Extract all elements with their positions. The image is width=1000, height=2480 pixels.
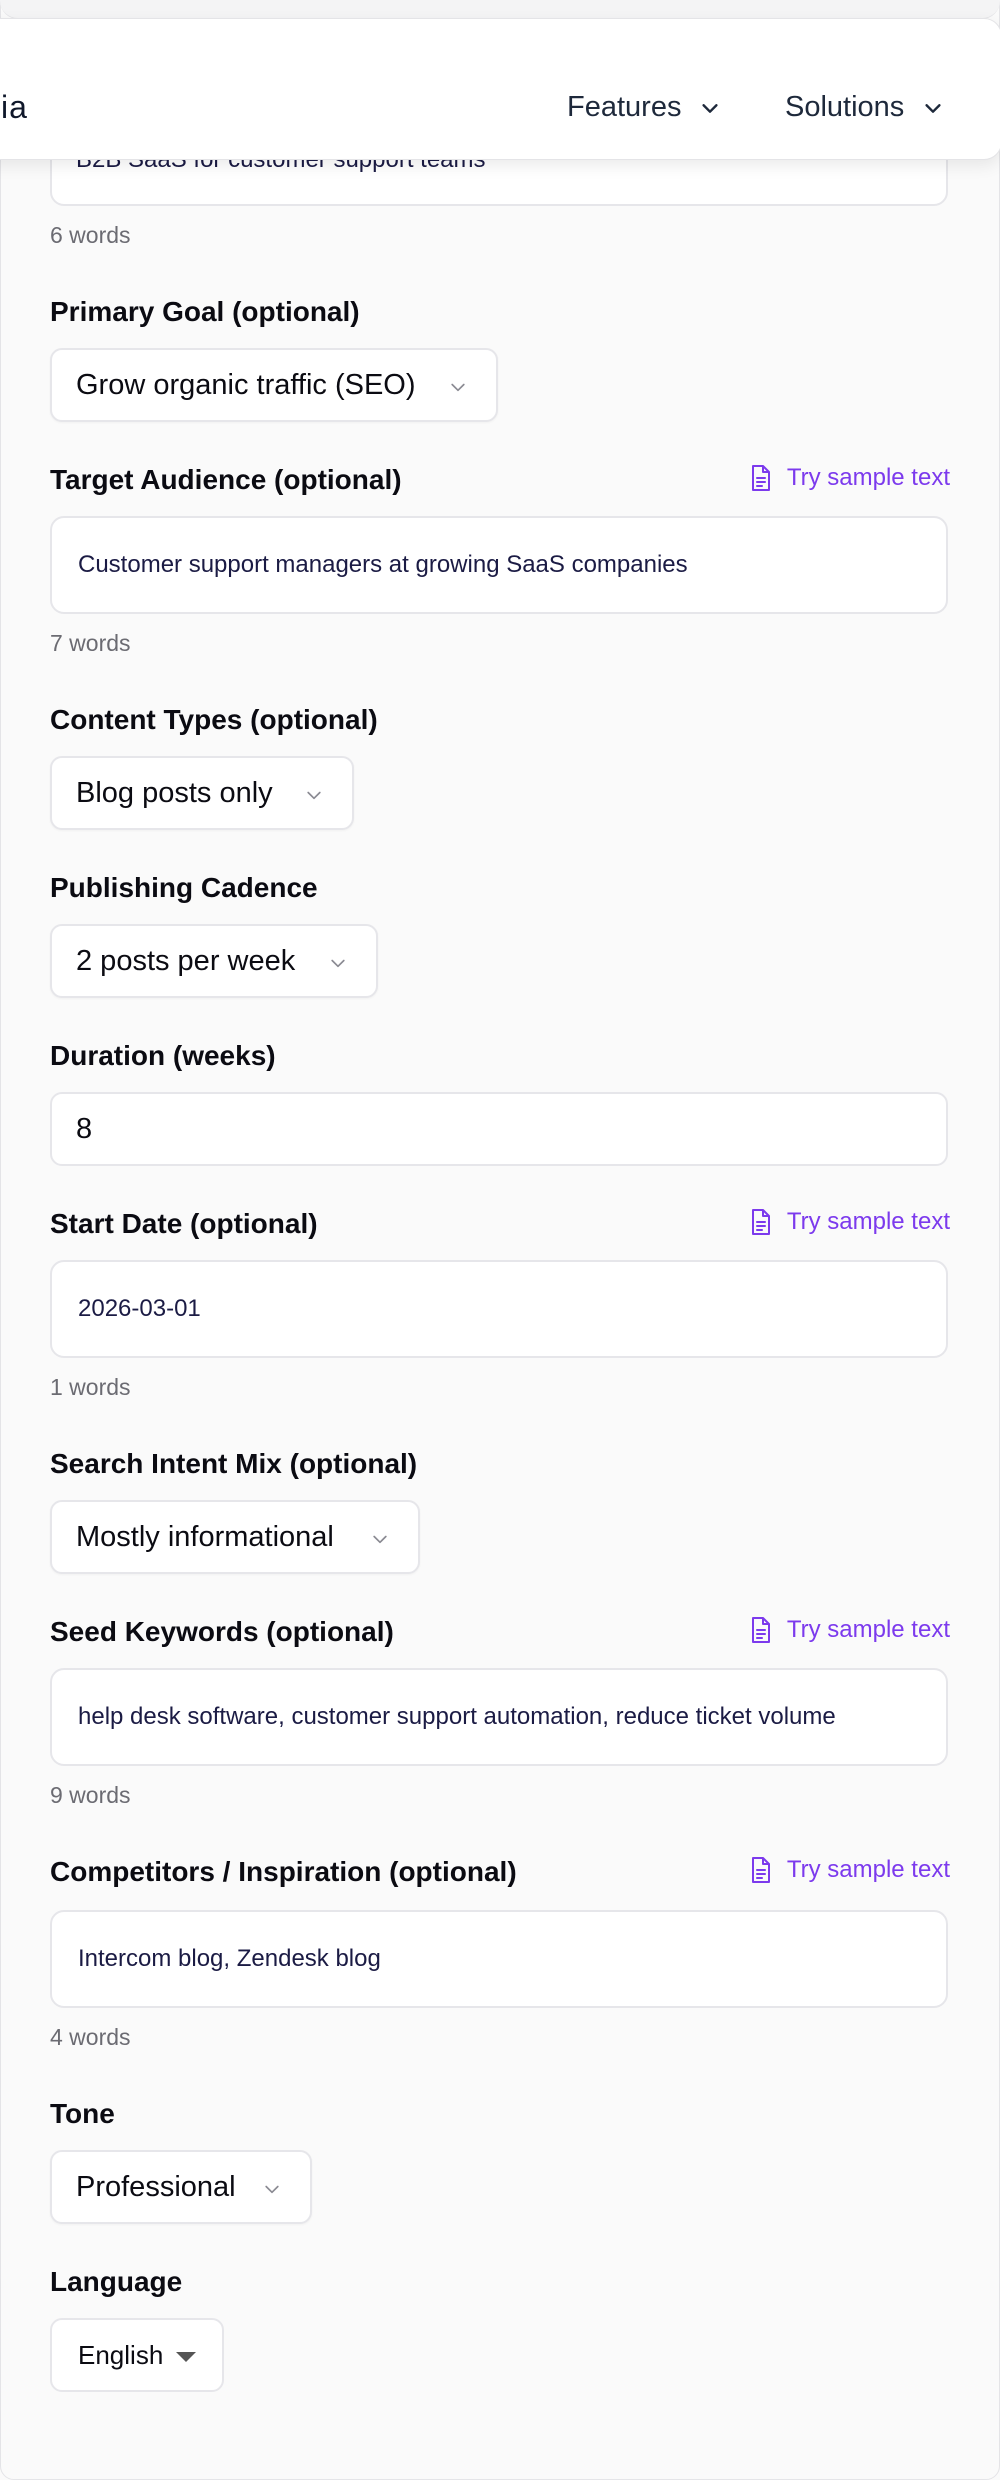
nav-solutions[interactable]: Solutions xyxy=(785,91,944,124)
start-date-field[interactable]: 2026-03-01 xyxy=(50,1260,948,1358)
content-types-select[interactable]: Blog posts only xyxy=(50,756,354,830)
document-icon xyxy=(751,1617,770,1643)
product-description-word-count: 6 words xyxy=(50,222,131,248)
duration-label: Duration (weeks) xyxy=(50,1040,276,1071)
start-date-try-sample-link[interactable]: Try sample text xyxy=(749,1208,950,1236)
seed-keywords-word-count: 9 words xyxy=(50,1782,131,1808)
chevron-down-icon xyxy=(331,959,345,968)
seed-keywords-try-sample-link[interactable]: Try sample text xyxy=(749,1616,950,1644)
try-sample-label: Try sample text xyxy=(786,464,950,491)
try-sample-label: Try sample text xyxy=(786,1208,950,1235)
content-types-value: Blog posts only xyxy=(76,776,273,809)
target-audience-value: Customer support managers at growing Saa… xyxy=(78,551,688,578)
content-types-label: Content Types (optional) xyxy=(50,704,378,735)
brand-logo[interactable]: ia xyxy=(1,89,28,126)
target-audience-label: Target Audience (optional) xyxy=(50,464,402,495)
competitors-word-count: 4 words xyxy=(50,2024,131,2050)
chevron-down-icon xyxy=(373,1535,387,1544)
try-sample-label: Try sample text xyxy=(786,1856,950,1883)
language-select[interactable]: English xyxy=(50,2318,224,2392)
nav-features-label: Features xyxy=(567,91,682,123)
seed-keywords-field[interactable]: help desk software, customer support aut… xyxy=(50,1668,948,1766)
publishing-cadence-label: Publishing Cadence xyxy=(50,872,318,903)
seed-keywords-value: help desk software, customer support aut… xyxy=(78,1703,836,1730)
competitors-try-sample-link[interactable]: Try sample text xyxy=(749,1856,950,1884)
primary-goal-value: Grow organic traffic (SEO) xyxy=(76,368,416,401)
document-icon xyxy=(751,465,770,491)
target-audience-word-count: 7 words xyxy=(50,630,131,656)
primary-goal-label: Primary Goal (optional) xyxy=(50,296,360,327)
search-intent-label: Search Intent Mix (optional) xyxy=(50,1448,418,1479)
caret-down-icon xyxy=(176,2352,196,2362)
tone-value: Professional xyxy=(76,2170,236,2203)
tone-label: Tone xyxy=(50,2098,115,2129)
chevron-down-icon xyxy=(307,791,321,800)
competitors-value: Intercom blog, Zendesk blog xyxy=(78,1945,381,1972)
publishing-cadence-value: 2 posts per week xyxy=(76,944,296,977)
top-navbar: ia Features Solutions xyxy=(0,18,1000,160)
top-strip xyxy=(0,0,1000,19)
try-sample-label: Try sample text xyxy=(786,1616,950,1643)
start-date-word-count: 1 words xyxy=(50,1374,131,1400)
tone-select[interactable]: Professional xyxy=(50,2150,312,2224)
search-intent-select[interactable]: Mostly informational xyxy=(50,1500,420,1574)
document-icon xyxy=(751,1209,770,1235)
publishing-cadence-select[interactable]: 2 posts per week xyxy=(50,924,378,998)
language-value: English xyxy=(78,2339,164,2370)
start-date-label: Start Date (optional) xyxy=(50,1208,318,1239)
document-icon xyxy=(751,1857,770,1883)
duration-input[interactable] xyxy=(50,1092,948,1166)
primary-goal-select[interactable]: Grow organic traffic (SEO) xyxy=(50,348,498,422)
chevron-down-icon xyxy=(702,103,719,113)
target-audience-try-sample-link[interactable]: Try sample text xyxy=(749,464,950,492)
competitors-label: Competitors / Inspiration (optional) xyxy=(50,1856,517,1887)
nav-features[interactable]: Features xyxy=(567,91,721,124)
start-date-value: 2026-03-01 xyxy=(78,1295,201,1322)
search-intent-value: Mostly informational xyxy=(76,1520,334,1553)
chevron-down-icon xyxy=(925,103,941,113)
chevron-down-icon xyxy=(451,383,465,392)
competitors-field[interactable]: Intercom blog, Zendesk blog xyxy=(50,1910,948,2008)
seed-keywords-label: Seed Keywords (optional) xyxy=(50,1616,394,1647)
chevron-down-icon xyxy=(265,2185,279,2194)
nav-solutions-label: Solutions xyxy=(785,91,905,123)
target-audience-field[interactable]: Customer support managers at growing Saa… xyxy=(50,516,948,614)
language-label: Language xyxy=(50,2266,183,2297)
